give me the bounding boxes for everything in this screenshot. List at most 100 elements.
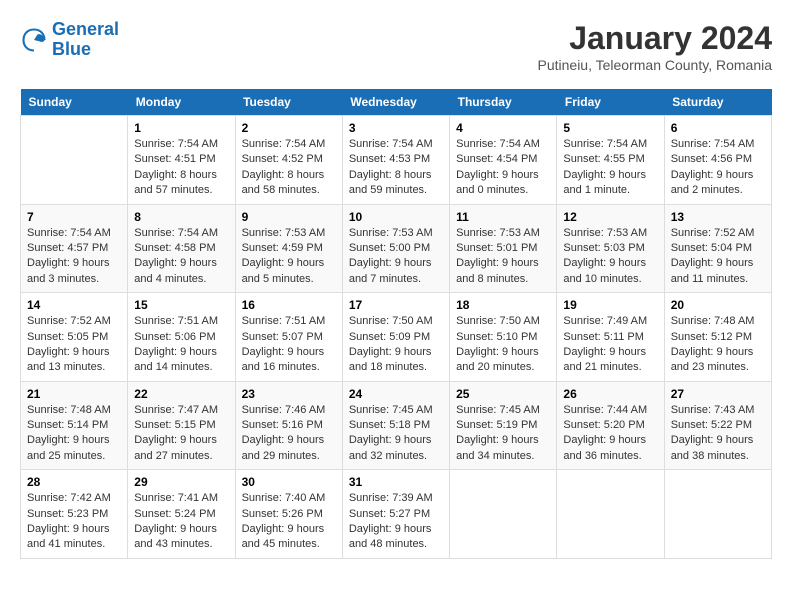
day-number: 24 bbox=[349, 387, 443, 401]
day-info: Sunrise: 7:43 AMSunset: 5:22 PMDaylight:… bbox=[671, 403, 765, 465]
calendar-cell: 5 Sunrise: 7:54 AMSunset: 4:55 PMDaylight… bbox=[557, 116, 664, 205]
calendar-cell: 4Sunrise: 7:54 AMSunset: 4:54 PMDaylight… bbox=[450, 116, 557, 205]
calendar-cell bbox=[21, 116, 128, 205]
day-number: 28 bbox=[27, 475, 121, 489]
calendar-cell: 26 Sunrise: 7:44 AMSunset: 5:20 PMDayligh… bbox=[557, 381, 664, 470]
day-number: 7 bbox=[27, 210, 121, 224]
calendar-cell: 6Sunrise: 7:54 AMSunset: 4:56 PMDaylight… bbox=[664, 116, 771, 205]
day-number: 1 bbox=[134, 121, 228, 135]
day-number: 9 bbox=[242, 210, 336, 224]
day-info: Sunrise: 7:50 AMSunset: 5:09 PMDaylight:… bbox=[349, 314, 443, 376]
day-info: Sunrise: 7:46 AMSunset: 5:16 PMDaylight:… bbox=[242, 403, 336, 465]
calendar-cell: 27Sunrise: 7:43 AMSunset: 5:22 PMDayligh… bbox=[664, 381, 771, 470]
calendar-cell: 17Sunrise: 7:50 AMSunset: 5:09 PMDayligh… bbox=[342, 293, 449, 382]
location-subtitle: Putineiu, Teleorman County, Romania bbox=[538, 57, 773, 73]
calendar-week-row: 7 Sunrise: 7:54 AMSunset: 4:57 PMDaylight… bbox=[21, 204, 772, 293]
day-info: Sunrise: 7:53 AMSunset: 5:03 PMDaylight:… bbox=[563, 226, 657, 288]
calendar-header-row: SundayMondayTuesdayWednesdayThursdayFrid… bbox=[21, 89, 772, 116]
day-number: 19 bbox=[563, 298, 657, 312]
calendar-cell: 15Sunrise: 7:51 AMSunset: 5:06 PMDayligh… bbox=[128, 293, 235, 382]
day-info: Sunrise: 7:54 AMSunset: 4:58 PMDaylight:… bbox=[134, 226, 228, 288]
day-info: Sunrise: 7:44 AMSunset: 5:20 PMDaylight:… bbox=[563, 403, 657, 465]
logo: General Blue bbox=[20, 20, 119, 60]
calendar-cell: 1 Sunrise: 7:54 AMSunset: 4:51 PMDaylight… bbox=[128, 116, 235, 205]
day-info: Sunrise: 7:54 AMSunset: 4:51 PMDaylight:… bbox=[134, 137, 228, 199]
calendar-header-thursday: Thursday bbox=[450, 89, 557, 116]
month-year-title: January 2024 bbox=[538, 20, 773, 57]
calendar-cell: 22Sunrise: 7:47 AMSunset: 5:15 PMDayligh… bbox=[128, 381, 235, 470]
day-info: Sunrise: 7:51 AMSunset: 5:07 PMDaylight:… bbox=[242, 314, 336, 376]
calendar-cell: 16 Sunrise: 7:51 AMSunset: 5:07 PMDayligh… bbox=[235, 293, 342, 382]
day-info: Sunrise: 7:42 AMSunset: 5:23 PMDaylight:… bbox=[27, 491, 121, 553]
calendar-cell: 20 Sunrise: 7:48 AMSunset: 5:12 PMDayligh… bbox=[664, 293, 771, 382]
day-info: Sunrise: 7:54 AMSunset: 4:55 PMDaylight:… bbox=[563, 137, 657, 199]
calendar-cell: 30 Sunrise: 7:40 AMSunset: 5:26 PMDayligh… bbox=[235, 470, 342, 559]
logo-icon bbox=[20, 26, 48, 54]
day-info: Sunrise: 7:53 AMSunset: 5:01 PMDaylight:… bbox=[456, 226, 550, 288]
calendar-cell: 19 Sunrise: 7:49 AMSunset: 5:11 PMDayligh… bbox=[557, 293, 664, 382]
calendar-cell: 28 Sunrise: 7:42 AMSunset: 5:23 PMDayligh… bbox=[21, 470, 128, 559]
day-number: 11 bbox=[456, 210, 550, 224]
calendar-cell: 2 Sunrise: 7:54 AMSunset: 4:52 PMDaylight… bbox=[235, 116, 342, 205]
calendar-header-tuesday: Tuesday bbox=[235, 89, 342, 116]
calendar-cell: 12 Sunrise: 7:53 AMSunset: 5:03 PMDayligh… bbox=[557, 204, 664, 293]
calendar-table: SundayMondayTuesdayWednesdayThursdayFrid… bbox=[20, 89, 772, 559]
day-number: 15 bbox=[134, 298, 228, 312]
day-number: 6 bbox=[671, 121, 765, 135]
day-info: Sunrise: 7:54 AMSunset: 4:53 PMDaylight:… bbox=[349, 137, 443, 199]
day-info: Sunrise: 7:41 AMSunset: 5:24 PMDaylight:… bbox=[134, 491, 228, 553]
day-number: 21 bbox=[27, 387, 121, 401]
calendar-cell: 14Sunrise: 7:52 AMSunset: 5:05 PMDayligh… bbox=[21, 293, 128, 382]
calendar-week-row: 14Sunrise: 7:52 AMSunset: 5:05 PMDayligh… bbox=[21, 293, 772, 382]
day-number: 22 bbox=[134, 387, 228, 401]
calendar-cell bbox=[450, 470, 557, 559]
calendar-cell: 9 Sunrise: 7:53 AMSunset: 4:59 PMDaylight… bbox=[235, 204, 342, 293]
calendar-week-row: 28 Sunrise: 7:42 AMSunset: 5:23 PMDayligh… bbox=[21, 470, 772, 559]
calendar-cell: 10 Sunrise: 7:53 AMSunset: 5:00 PMDayligh… bbox=[342, 204, 449, 293]
day-number: 26 bbox=[563, 387, 657, 401]
calendar-header-monday: Monday bbox=[128, 89, 235, 116]
day-info: Sunrise: 7:54 AMSunset: 4:52 PMDaylight:… bbox=[242, 137, 336, 199]
day-info: Sunrise: 7:53 AMSunset: 5:00 PMDaylight:… bbox=[349, 226, 443, 288]
day-info: Sunrise: 7:45 AMSunset: 5:18 PMDaylight:… bbox=[349, 403, 443, 465]
day-number: 20 bbox=[671, 298, 765, 312]
calendar-cell: 11 Sunrise: 7:53 AMSunset: 5:01 PMDayligh… bbox=[450, 204, 557, 293]
calendar-header-wednesday: Wednesday bbox=[342, 89, 449, 116]
calendar-cell bbox=[664, 470, 771, 559]
day-number: 2 bbox=[242, 121, 336, 135]
day-info: Sunrise: 7:48 AMSunset: 5:12 PMDaylight:… bbox=[671, 314, 765, 376]
day-info: Sunrise: 7:52 AMSunset: 5:04 PMDaylight:… bbox=[671, 226, 765, 288]
calendar-week-row: 1 Sunrise: 7:54 AMSunset: 4:51 PMDaylight… bbox=[21, 116, 772, 205]
day-info: Sunrise: 7:54 AMSunset: 4:57 PMDaylight:… bbox=[27, 226, 121, 288]
calendar-cell: 7 Sunrise: 7:54 AMSunset: 4:57 PMDaylight… bbox=[21, 204, 128, 293]
day-info: Sunrise: 7:40 AMSunset: 5:26 PMDaylight:… bbox=[242, 491, 336, 553]
calendar-week-row: 21Sunrise: 7:48 AMSunset: 5:14 PMDayligh… bbox=[21, 381, 772, 470]
day-number: 3 bbox=[349, 121, 443, 135]
day-info: Sunrise: 7:45 AMSunset: 5:19 PMDaylight:… bbox=[456, 403, 550, 465]
day-number: 8 bbox=[134, 210, 228, 224]
title-block: January 2024 Putineiu, Teleorman County,… bbox=[538, 20, 773, 73]
day-number: 12 bbox=[563, 210, 657, 224]
day-info: Sunrise: 7:49 AMSunset: 5:11 PMDaylight:… bbox=[563, 314, 657, 376]
day-info: Sunrise: 7:53 AMSunset: 4:59 PMDaylight:… bbox=[242, 226, 336, 288]
calendar-header-saturday: Saturday bbox=[664, 89, 771, 116]
day-number: 30 bbox=[242, 475, 336, 489]
day-number: 13 bbox=[671, 210, 765, 224]
calendar-cell: 8 Sunrise: 7:54 AMSunset: 4:58 PMDaylight… bbox=[128, 204, 235, 293]
calendar-cell: 3 Sunrise: 7:54 AMSunset: 4:53 PMDaylight… bbox=[342, 116, 449, 205]
calendar-cell bbox=[557, 470, 664, 559]
day-number: 16 bbox=[242, 298, 336, 312]
calendar-cell: 29 Sunrise: 7:41 AMSunset: 5:24 PMDayligh… bbox=[128, 470, 235, 559]
day-number: 23 bbox=[242, 387, 336, 401]
day-number: 25 bbox=[456, 387, 550, 401]
day-number: 5 bbox=[563, 121, 657, 135]
day-number: 31 bbox=[349, 475, 443, 489]
day-number: 18 bbox=[456, 298, 550, 312]
day-number: 29 bbox=[134, 475, 228, 489]
page-header: General Blue January 2024 Putineiu, Tele… bbox=[20, 20, 772, 73]
day-number: 14 bbox=[27, 298, 121, 312]
day-info: Sunrise: 7:39 AMSunset: 5:27 PMDaylight:… bbox=[349, 491, 443, 553]
day-number: 10 bbox=[349, 210, 443, 224]
calendar-cell: 18Sunrise: 7:50 AMSunset: 5:10 PMDayligh… bbox=[450, 293, 557, 382]
calendar-cell: 31 Sunrise: 7:39 AMSunset: 5:27 PMDayligh… bbox=[342, 470, 449, 559]
